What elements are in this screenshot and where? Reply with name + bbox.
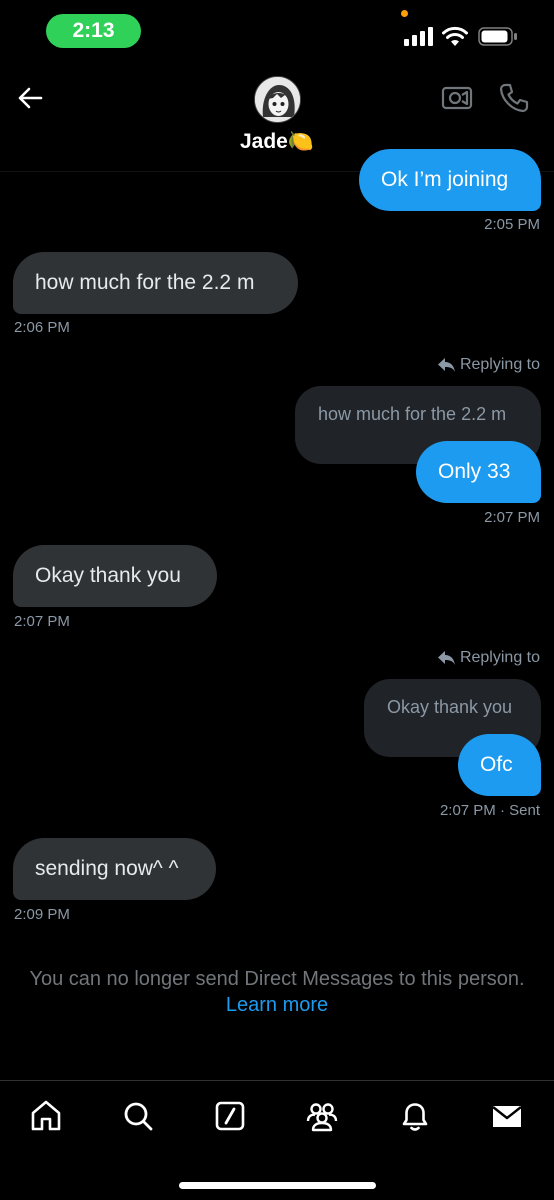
- message-bubble-outgoing[interactable]: Ok I’m joining: [359, 149, 541, 211]
- communities-icon[interactable]: [305, 1099, 339, 1133]
- learn-more-link[interactable]: Learn more: [0, 992, 554, 1018]
- quoted-text: how much for the 2.2 m: [318, 404, 507, 424]
- message-text: sending now^ ^: [35, 857, 179, 880]
- search-icon[interactable]: [121, 1099, 155, 1133]
- replying-to-label: Replying to: [437, 649, 540, 667]
- video-call-icon[interactable]: [441, 84, 473, 112]
- reply-arrow-icon: [437, 358, 455, 372]
- message-bubble-incoming[interactable]: Okay thank you: [13, 545, 217, 607]
- message-bubble-outgoing[interactable]: Ofc: [458, 734, 541, 796]
- wifi-icon: [442, 26, 468, 46]
- battery-icon: [478, 27, 517, 46]
- quoted-text: Okay thank you: [387, 697, 513, 717]
- message-text: Ofc: [480, 753, 513, 776]
- notifications-icon[interactable]: [398, 1099, 432, 1133]
- status-bar: 2:13: [0, 0, 554, 62]
- dm-disabled-notice: You can no longer send Direct Messages t…: [29, 968, 525, 990]
- status-time[interactable]: 2:13: [46, 14, 141, 48]
- message-text: Only 33: [438, 460, 511, 483]
- message-text: Okay thank you: [35, 564, 181, 587]
- cellular-signal-icon: [404, 27, 433, 46]
- replying-to-label: Replying to: [437, 356, 540, 374]
- phone-icon[interactable]: [498, 82, 530, 114]
- message-timestamp: 2:09 PM: [14, 906, 70, 923]
- privacy-indicator-dot: [401, 10, 408, 17]
- back-arrow-icon[interactable]: [16, 84, 44, 112]
- replying-to-text: Replying to: [459, 649, 540, 666]
- message-text: how much for the 2.2 m: [35, 271, 255, 294]
- message-timestamp: 2:07 PM: [14, 613, 70, 630]
- message-timestamp: 2:07 PM: [484, 509, 540, 526]
- message-timestamp-sent: 2:07 PM · Sent: [439, 802, 540, 819]
- home-indicator[interactable]: [179, 1182, 376, 1189]
- message-bubble-incoming[interactable]: how much for the 2.2 m: [13, 252, 298, 314]
- home-icon[interactable]: [29, 1099, 63, 1133]
- reply-arrow-icon: [437, 651, 455, 665]
- message-timestamp: 2:06 PM: [14, 319, 70, 336]
- avatar-illustration-icon: [255, 77, 300, 122]
- grok-icon[interactable]: [213, 1099, 247, 1133]
- messages-icon[interactable]: [490, 1099, 524, 1133]
- message-bubble-outgoing[interactable]: Only 33: [416, 441, 541, 503]
- message-bubble-incoming[interactable]: sending now^ ^: [13, 838, 216, 900]
- avatar[interactable]: [254, 76, 301, 123]
- message-text: Ok I’m joining: [381, 168, 509, 191]
- message-timestamp: 2:05 PM: [484, 216, 540, 233]
- replying-to-text: Replying to: [459, 356, 540, 373]
